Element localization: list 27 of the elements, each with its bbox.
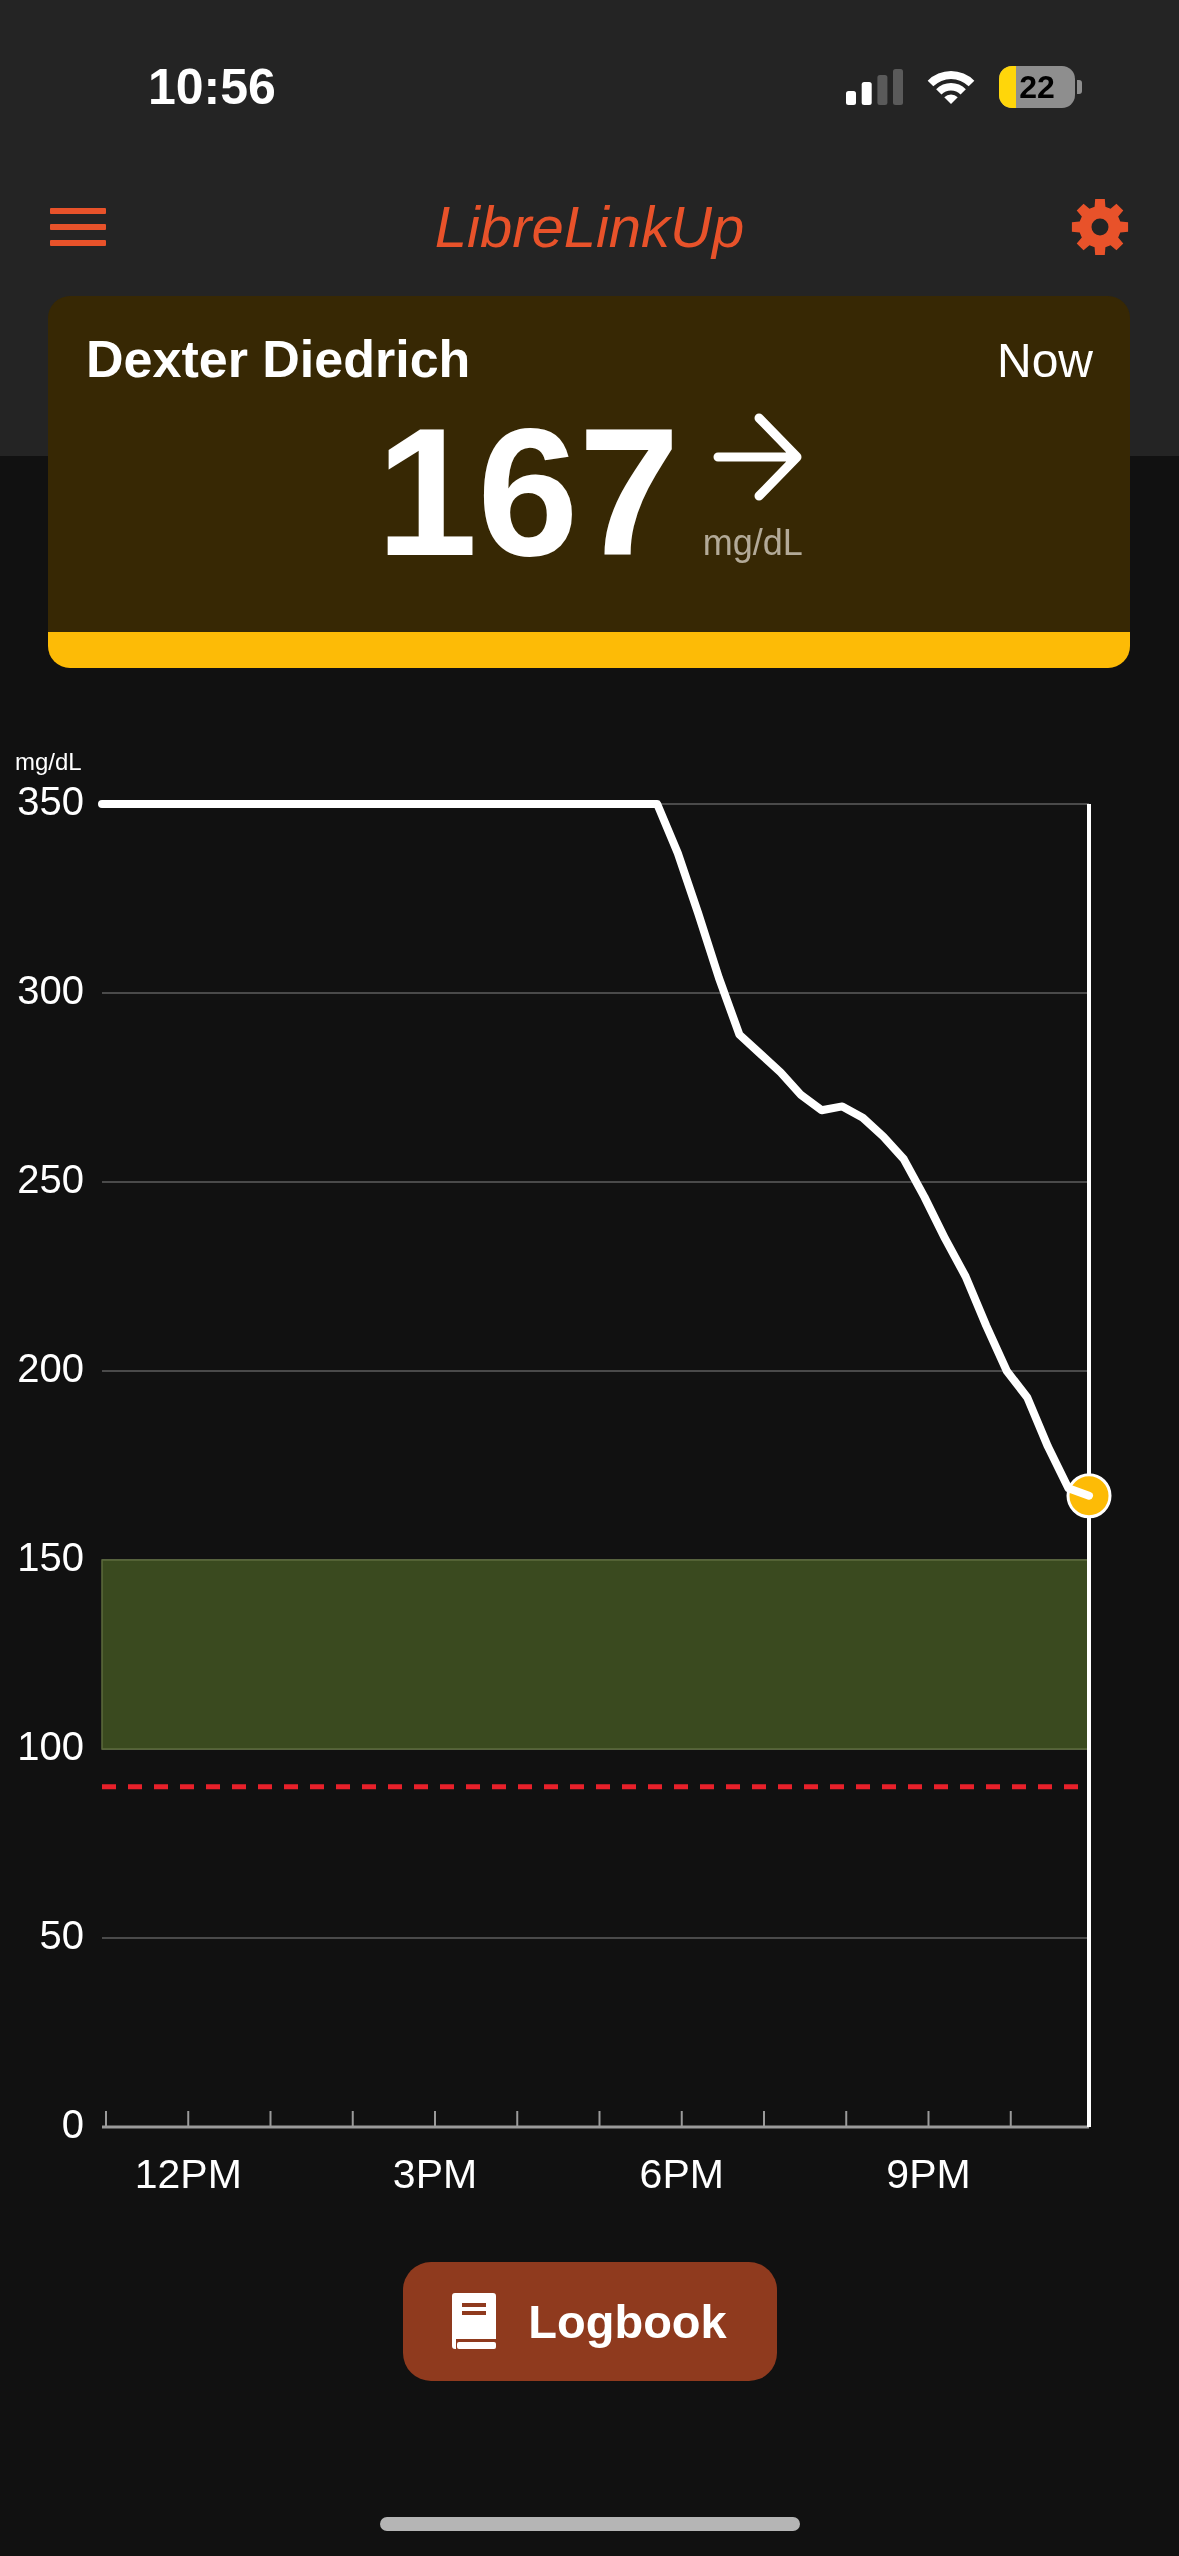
x-tick-label: 3PM bbox=[392, 2151, 478, 2197]
y-tick-label: 50 bbox=[39, 1913, 84, 1957]
y-tick-label: 300 bbox=[17, 968, 84, 1012]
y-tick-label: 350 bbox=[17, 779, 84, 823]
right-arrow-icon bbox=[712, 411, 803, 502]
patient-name: Dexter Diedrich bbox=[86, 330, 471, 390]
battery-indicator: 22 bbox=[999, 66, 1082, 108]
x-tick-label: 9PM bbox=[886, 2151, 971, 2197]
y-tick-label: 200 bbox=[17, 1346, 84, 1390]
status-time: 10:56 bbox=[148, 58, 276, 116]
app-title: LibreLinkUp bbox=[434, 193, 745, 262]
y-tick-label: 0 bbox=[61, 2102, 84, 2146]
logbook-button[interactable]: Logbook bbox=[402, 2262, 777, 2381]
y-tick-label: 100 bbox=[17, 1724, 84, 1768]
y-tick-label: 150 bbox=[17, 1535, 84, 1579]
y-axis-unit-label: mg/dL bbox=[15, 748, 82, 775]
book-icon bbox=[452, 2293, 497, 2350]
glucose-value: 167 bbox=[376, 400, 680, 583]
wifi-icon bbox=[925, 69, 977, 105]
unit-label: mg/dL bbox=[702, 520, 803, 564]
signal-icon bbox=[846, 69, 903, 105]
x-tick-label: 6PM bbox=[639, 2151, 724, 2197]
settings-icon[interactable] bbox=[1071, 198, 1129, 256]
reading-time: Now bbox=[996, 333, 1093, 389]
y-tick-label: 250 bbox=[17, 1157, 84, 1201]
menu-icon[interactable] bbox=[50, 208, 106, 246]
x-tick-label: 12PM bbox=[134, 2151, 242, 2197]
